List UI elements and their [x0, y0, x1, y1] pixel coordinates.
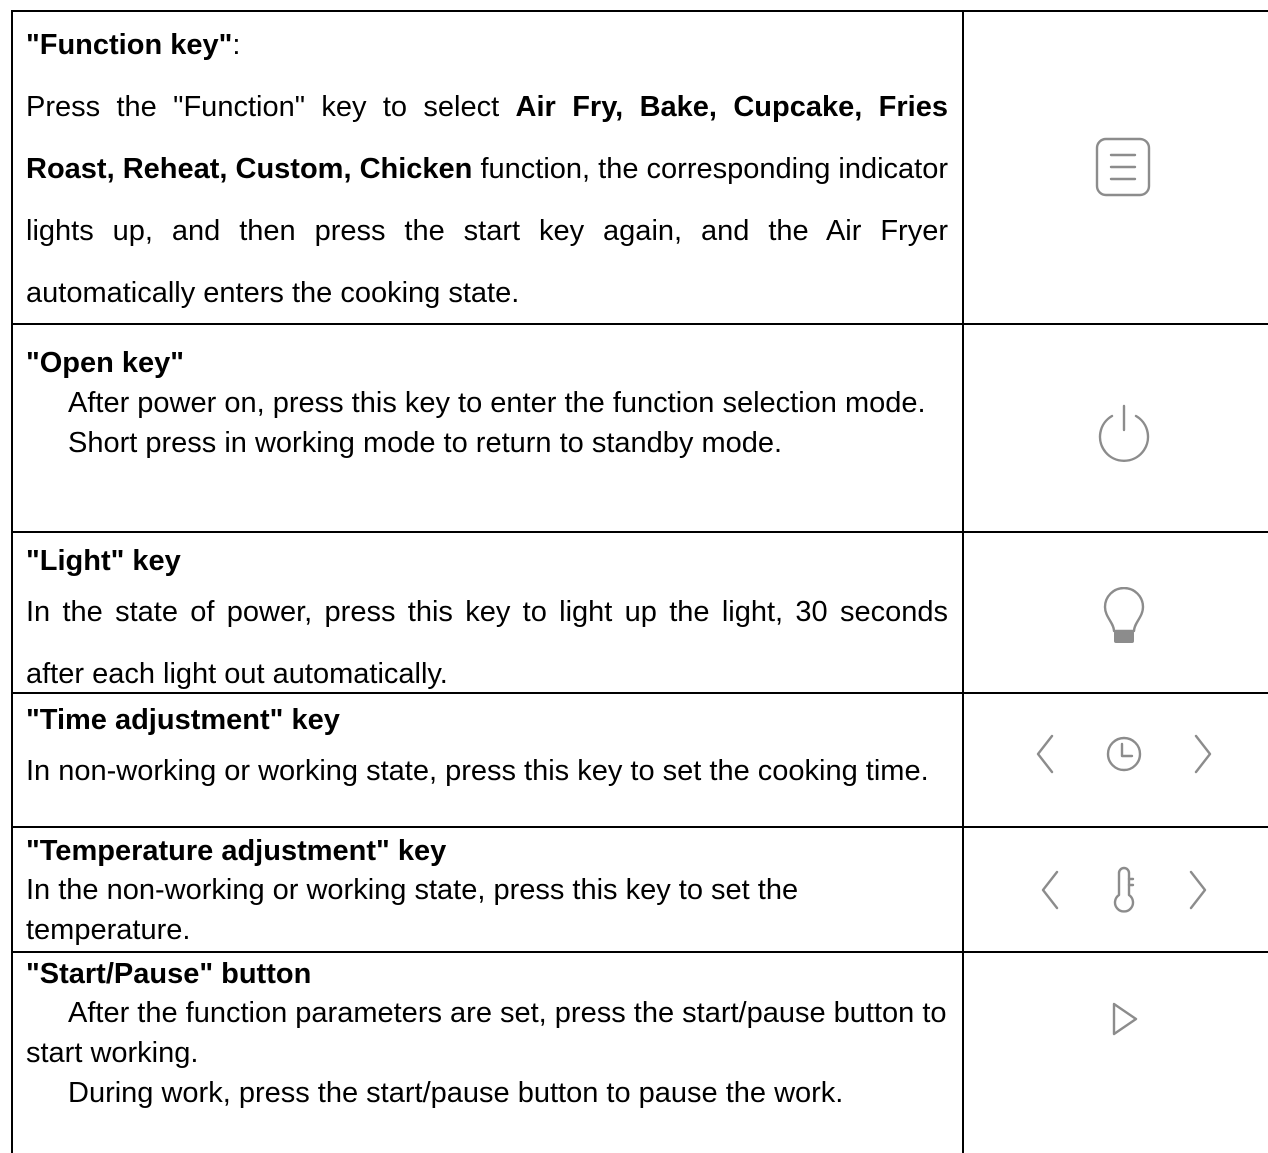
start-pause-line-2: During work, press the start/pause butto…: [68, 1077, 844, 1109]
light-key-heading: "Light" key: [26, 545, 181, 577]
open-key-line-1: After power on, press this key to enter …: [68, 387, 926, 419]
table-row-light-key: "Light" key In the state of power, press…: [13, 533, 1268, 694]
temperature-key-description: "Temperature adjustment" key In the non-…: [13, 828, 964, 951]
table-row-start-pause-button: "Start/Pause" button After the function …: [13, 953, 1268, 1153]
open-key-icon-cell: [964, 325, 1268, 531]
time-key-icon-cell: [964, 694, 1268, 826]
start-pause-heading: "Start/Pause" button: [26, 958, 312, 990]
time-key-text: In non-working or working state, press t…: [26, 755, 929, 787]
table-row-time-adjustment-key: "Time adjustment" key In non-working or …: [13, 694, 1268, 828]
light-bulb-icon[interactable]: [1099, 586, 1149, 651]
chevron-left-icon[interactable]: [1030, 732, 1060, 776]
function-key-heading-colon: :: [232, 29, 241, 61]
key-function-table: "Function key": Press the "Function" key…: [11, 10, 1268, 1153]
light-key-text: In the state of power, press this key to…: [26, 596, 948, 690]
light-key-description: "Light" key In the state of power, press…: [13, 533, 964, 692]
light-key-icon-cell: [964, 533, 1268, 692]
table-row-temperature-adjustment-key: "Temperature adjustment" key In the non-…: [13, 828, 1268, 953]
table-row-function-key: "Function key": Press the "Function" key…: [13, 12, 1268, 325]
temperature-key-heading: "Temperature adjustment" key: [26, 835, 447, 867]
open-key-heading: "Open key": [26, 347, 185, 379]
function-key-heading: "Function key": [26, 29, 233, 61]
chevron-right-icon[interactable]: [1188, 732, 1218, 776]
start-pause-line-1-text: After the function parameters are set, p…: [26, 997, 947, 1069]
temperature-key-icon-cell: [964, 828, 1268, 951]
function-key-description: "Function key": Press the "Function" key…: [13, 12, 964, 323]
thermometer-icon[interactable]: [1109, 865, 1139, 915]
chevron-right-icon[interactable]: [1183, 868, 1213, 912]
start-pause-description: "Start/Pause" button After the function …: [13, 953, 964, 1153]
clock-icon[interactable]: [1104, 734, 1144, 774]
chevron-left-icon[interactable]: [1035, 868, 1065, 912]
temperature-key-text: In the non-working or working state, pre…: [26, 874, 799, 946]
menu-icon[interactable]: [1094, 136, 1154, 200]
time-key-heading: "Time adjustment" key: [26, 704, 340, 736]
start-pause-icon-cell: [964, 953, 1268, 1153]
function-key-text-pre: Press the "Function" key to select: [26, 91, 516, 123]
open-key-line-2: Short press in working mode to return to…: [68, 427, 783, 459]
function-key-icon-cell: [964, 12, 1268, 323]
time-key-description: "Time adjustment" key In non-working or …: [13, 694, 964, 826]
open-key-description: "Open key" After power on, press this ke…: [13, 325, 964, 531]
table-row-open-key: "Open key" After power on, press this ke…: [13, 325, 1268, 533]
power-icon[interactable]: [1092, 402, 1156, 466]
play-icon[interactable]: [1106, 999, 1142, 1039]
